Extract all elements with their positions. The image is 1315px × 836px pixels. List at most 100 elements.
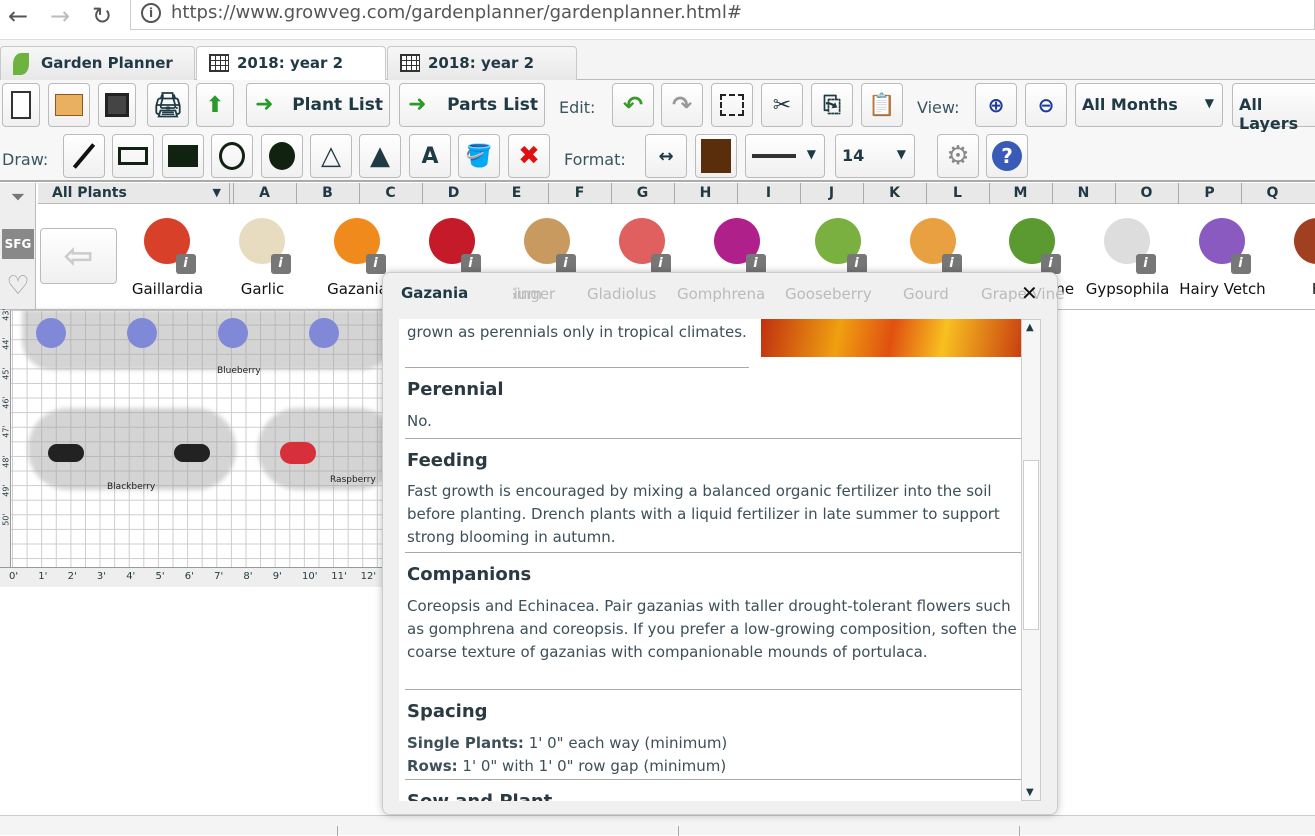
main-toolbar: 🖨 ⬆ ➜Plant List ➜Parts List Edit: ↶ ↷ ✂ … <box>0 80 1315 132</box>
draw-rect-button[interactable] <box>112 134 154 178</box>
zoom-out-button[interactable]: ⊖ <box>1025 83 1067 127</box>
section-text: Fast growth is encouraged by mixing a ba… <box>407 480 1017 549</box>
tab-label: 2018: year 2 <box>428 54 534 72</box>
scroll-thumb[interactable] <box>1023 460 1039 630</box>
plant-item[interactable]: iGaillardia <box>120 212 215 298</box>
undo-button[interactable]: ↶ <box>612 83 654 127</box>
scroll-up-icon[interactable]: ▲ <box>1026 322 1034 333</box>
blueberry-plant[interactable] <box>36 318 66 348</box>
settings-button[interactable]: ⚙ <box>937 134 979 178</box>
measure-button[interactable]: ↔ <box>645 134 687 178</box>
info-icon[interactable]: i <box>746 254 766 274</box>
plant-item[interactable]: iH <box>1270 212 1315 298</box>
scroll-left-button[interactable]: ⇦ <box>40 228 117 284</box>
column-letter: B <box>296 183 358 204</box>
back-icon[interactable]: ← <box>8 2 28 30</box>
url-bar[interactable]: ihttps://www.growveg.com/gardenplanner/g… <box>130 0 1315 30</box>
info-icon[interactable]: i <box>461 254 481 274</box>
info-icon[interactable]: i <box>1136 254 1156 274</box>
raspberry-plant[interactable] <box>280 442 316 464</box>
tab-bar: Garden Planner 2018: year 2 2018: year 2 <box>0 40 1315 80</box>
plant-item[interactable]: iHairy Vetch <box>1175 212 1270 298</box>
draw-filled-triangle-button[interactable]: ▲ <box>359 134 401 178</box>
tab-plant-list[interactable]: 2018: year 2 <box>387 46 577 80</box>
section-text: No. <box>407 410 1017 433</box>
zoom-in-button[interactable]: ⊕ <box>975 83 1017 127</box>
favorites-button[interactable]: ♡ <box>2 271 34 305</box>
chevron-down-icon: ▼ <box>897 147 906 161</box>
tab-label: 2018: year 2 <box>237 54 343 72</box>
dialog-scrollbar[interactable]: ▲ ▼ <box>1021 319 1041 801</box>
column-letter: F <box>548 183 610 204</box>
close-button[interactable]: ✕ <box>1021 281 1038 305</box>
months-dropdown[interactable]: All Months▼ <box>1075 83 1223 127</box>
info-icon[interactable]: i <box>847 254 867 274</box>
color-picker[interactable] <box>695 134 737 178</box>
arrow-left-icon: ⇦ <box>63 236 93 277</box>
parts-list-button[interactable]: ➜Parts List <box>399 83 545 127</box>
info-icon[interactable]: i <box>141 3 161 23</box>
publish-button[interactable]: ⬆ <box>196 83 234 127</box>
tab-garden-planner[interactable]: Garden Planner <box>0 46 195 80</box>
font-size-dropdown[interactable]: 14▼ <box>835 134 915 178</box>
draw-filled-circle-button[interactable] <box>261 134 303 178</box>
plant-item[interactable]: iGypsophila <box>1080 212 1175 298</box>
ruler-tick: 11' <box>331 571 346 582</box>
spacing-value: 1' 0" each way (minimum) <box>524 734 727 752</box>
info-icon[interactable]: i <box>651 254 671 274</box>
raspberry-bed[interactable] <box>258 408 398 490</box>
filter-button[interactable]: ⏷ <box>2 187 34 221</box>
ruler-tick: 6' <box>185 571 194 582</box>
open-button[interactable] <box>48 83 90 127</box>
line-style-dropdown[interactable]: ▼ <box>745 134 825 178</box>
help-button[interactable]: ? <box>986 134 1028 178</box>
blueberry-plant[interactable] <box>309 318 339 348</box>
list-icon <box>400 54 420 72</box>
draw-circle-button[interactable] <box>211 134 253 178</box>
new-button[interactable] <box>2 83 40 127</box>
info-icon[interactable]: i <box>1041 254 1061 274</box>
plant-list-label: Plant List <box>292 95 383 115</box>
save-button[interactable] <box>98 83 136 127</box>
fill-button[interactable]: 🪣 <box>458 134 500 178</box>
section-text: Coreopsis and Echinacea. Pair gazanias w… <box>407 595 1017 664</box>
info-icon[interactable]: i <box>556 254 576 274</box>
info-icon[interactable]: i <box>366 254 386 274</box>
copy-button[interactable]: ⎘ <box>811 83 853 127</box>
parts-list-label: Parts List <box>447 95 538 115</box>
plant-item[interactable]: iGarlic <box>215 212 310 298</box>
cut-button[interactable]: ✂ <box>761 83 803 127</box>
plant-icon: i <box>140 212 196 274</box>
tab-plan[interactable]: 2018: year 2 <box>196 46 386 81</box>
draw-triangle-button[interactable]: △ <box>310 134 352 178</box>
blueberry-plant[interactable] <box>127 318 157 348</box>
info-icon[interactable]: i <box>942 254 962 274</box>
globe-upload-icon: ⬆ <box>206 93 224 118</box>
scroll-down-icon[interactable]: ▼ <box>1026 787 1034 798</box>
draw-filled-rect-button[interactable] <box>162 134 204 178</box>
dialog-content[interactable]: grown as perennials only in tropical cli… <box>399 319 1021 801</box>
layers-dropdown[interactable]: All Layers <box>1232 83 1315 127</box>
column-letter: D <box>422 183 484 204</box>
print-button[interactable]: 🖨 <box>147 83 189 127</box>
delete-button[interactable]: ✖ <box>508 134 550 178</box>
all-plants-dropdown[interactable]: All Plants▼ <box>38 183 230 204</box>
info-icon[interactable]: i <box>176 254 196 274</box>
info-icon[interactable]: i <box>271 254 291 274</box>
browser-bar: ← → ↻ ihttps://www.growveg.com/gardenpla… <box>0 0 1315 40</box>
select-button[interactable] <box>711 83 753 127</box>
garden-canvas[interactable]: Blueberry Blackberry Raspberry <box>0 310 382 587</box>
line-icon <box>73 143 95 169</box>
draw-text-button[interactable]: A <box>409 134 451 178</box>
draw-line-button[interactable] <box>63 134 105 178</box>
sfg-button[interactable]: SFG <box>2 229 34 259</box>
plant-list-button[interactable]: ➜Plant List <box>246 83 390 127</box>
redo-button[interactable]: ↷ <box>661 83 703 127</box>
blackberry-plant[interactable] <box>48 444 84 462</box>
forward-icon[interactable]: → <box>50 2 70 30</box>
paste-button[interactable]: 📋 <box>861 83 903 127</box>
reload-icon[interactable]: ↻ <box>92 2 112 30</box>
blackberry-plant[interactable] <box>174 444 210 462</box>
info-icon[interactable]: i <box>1231 254 1251 274</box>
blueberry-plant[interactable] <box>218 318 248 348</box>
